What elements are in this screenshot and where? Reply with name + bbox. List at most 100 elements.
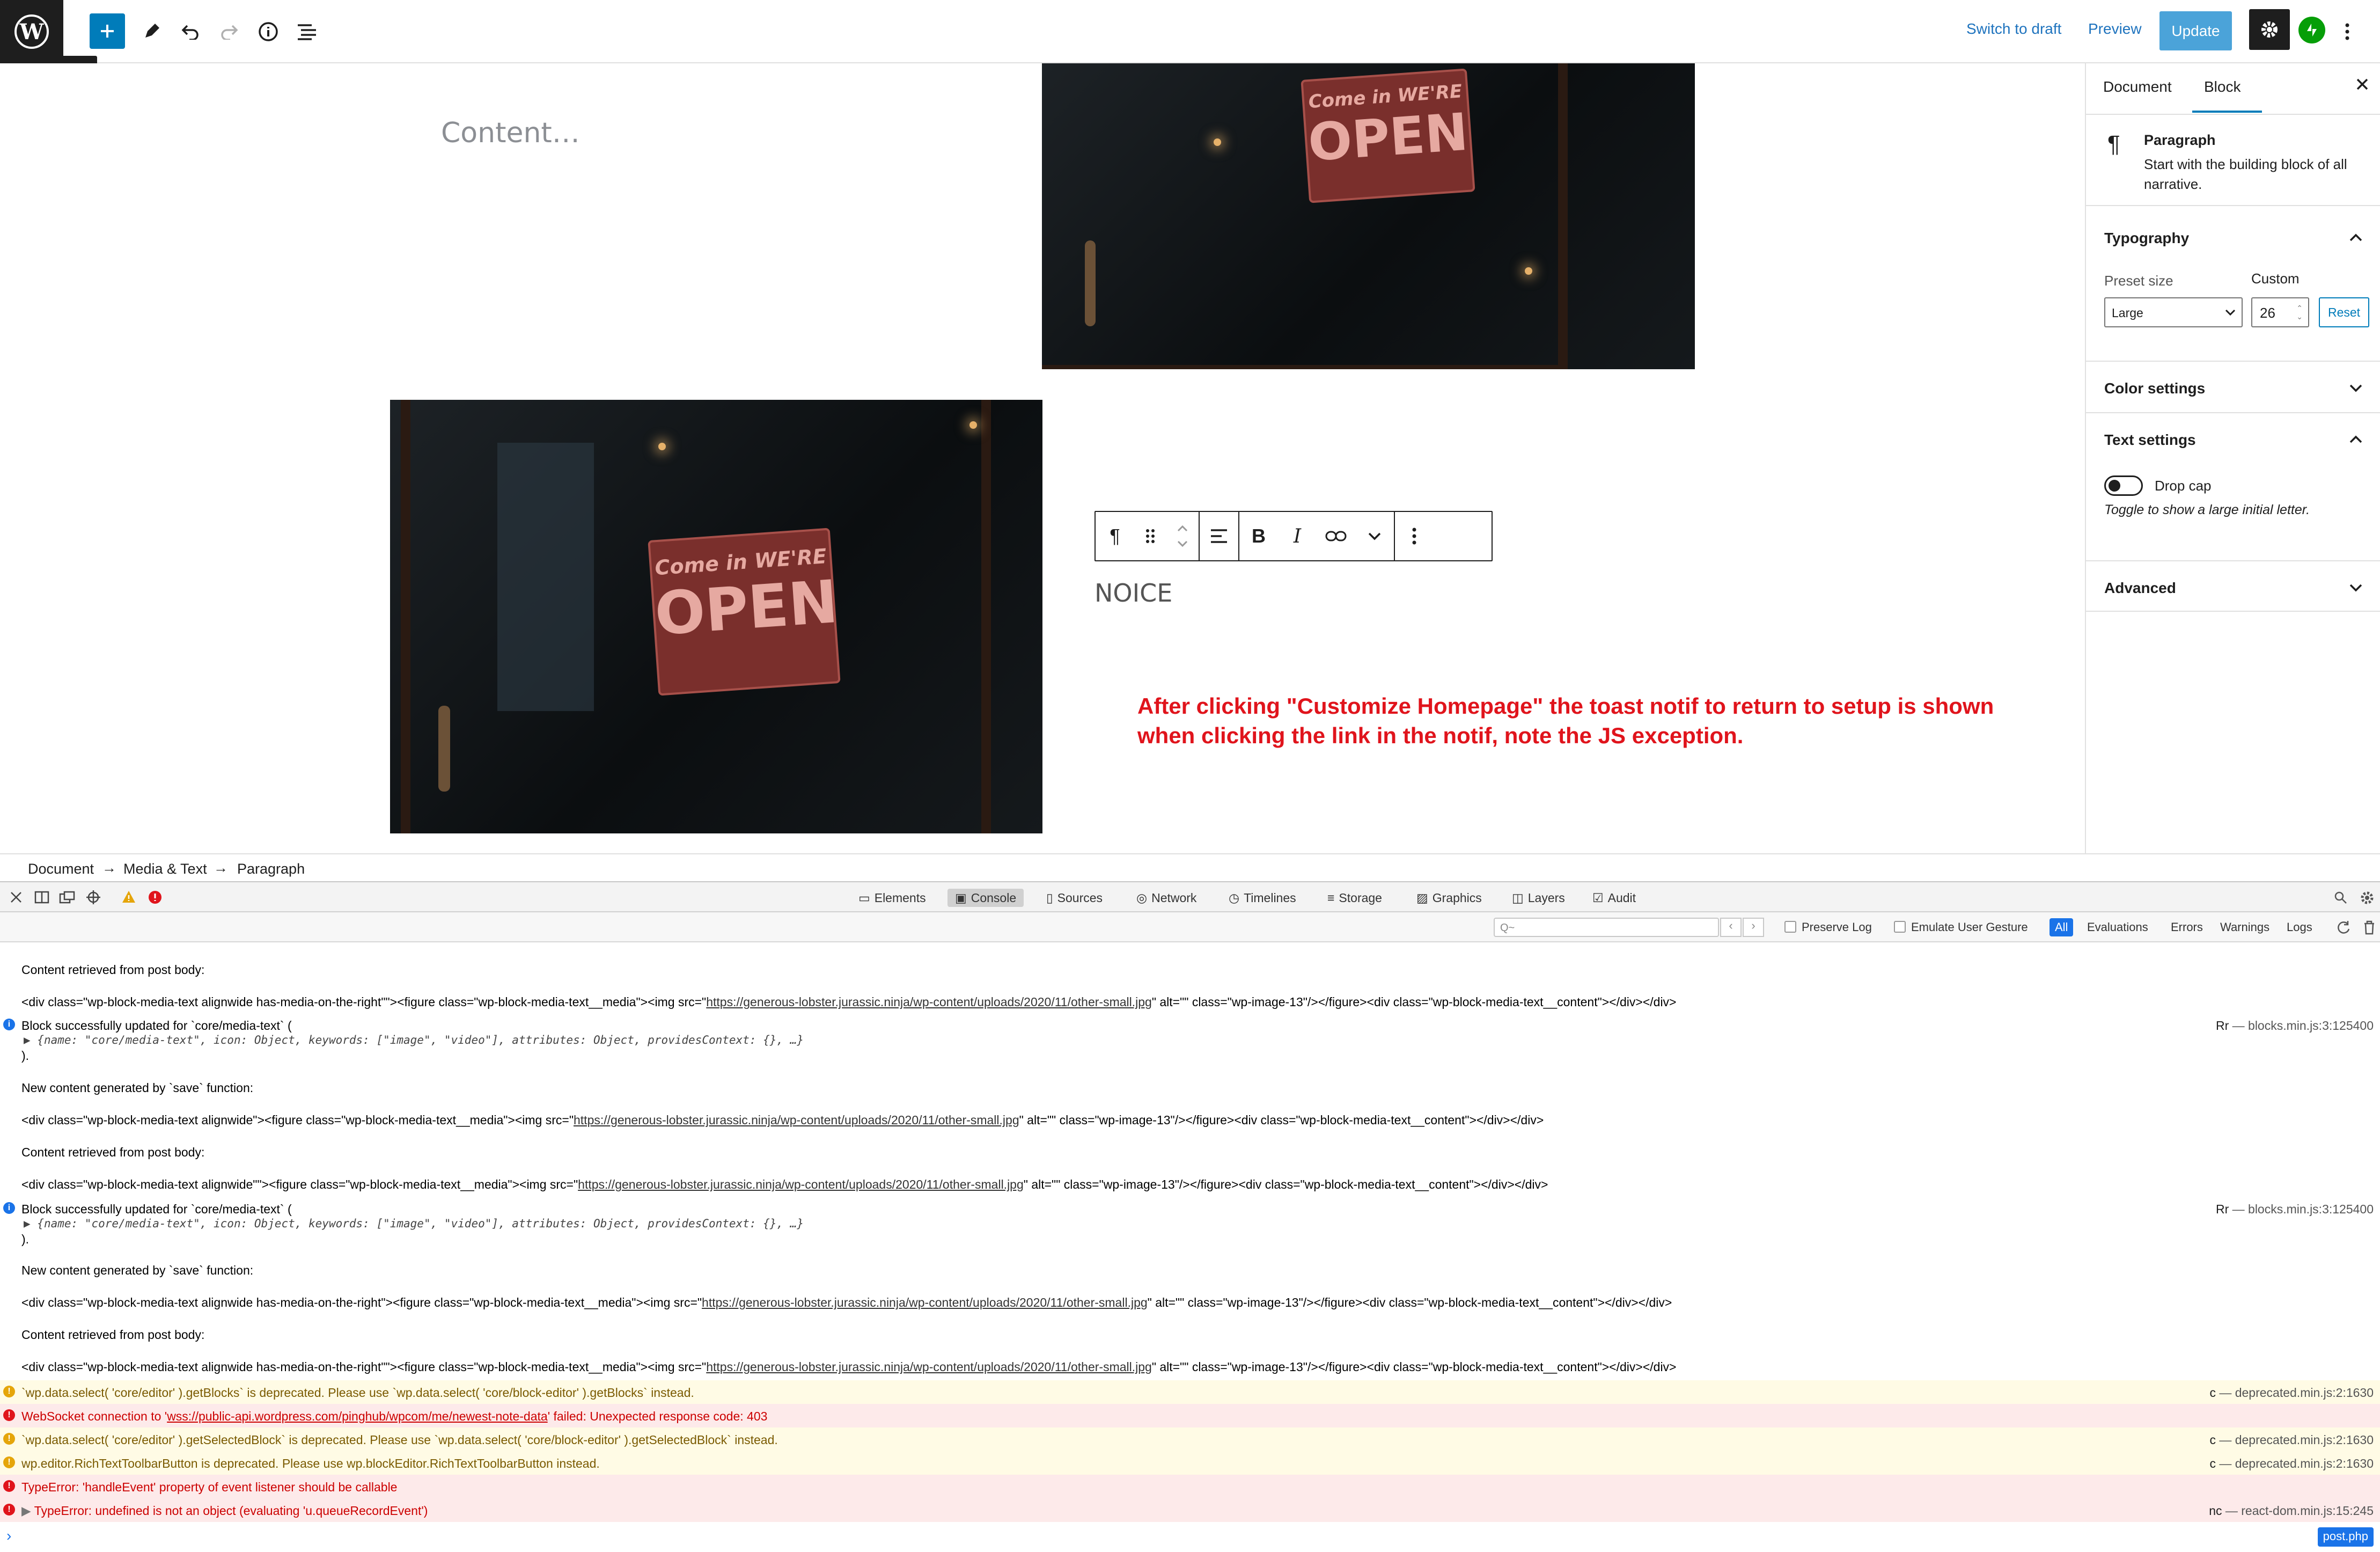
warning-icon: ! xyxy=(3,1456,15,1468)
warning-icon[interactable] xyxy=(121,890,136,904)
undo-icon[interactable] xyxy=(173,14,208,49)
console-source-link[interactable]: Rr — blocks.min.js:3:125400 xyxy=(2216,1019,2374,1033)
filter-errors[interactable]: Errors xyxy=(2171,920,2203,934)
tab-audit[interactable]: ☑ Audit xyxy=(1592,889,1636,907)
custom-size-input[interactable]: 26 ⌃ ⌄ xyxy=(2251,297,2309,327)
filter-all[interactable]: All xyxy=(2050,918,2074,936)
align-left-icon[interactable] xyxy=(1200,512,1238,560)
close-icon[interactable] xyxy=(10,891,23,904)
undock-icon[interactable] xyxy=(59,891,75,904)
color-settings-title[interactable]: Color settings xyxy=(2104,380,2205,397)
search-icon[interactable] xyxy=(2334,891,2348,905)
arrow-right-icon: → xyxy=(102,860,116,876)
block-options-icon[interactable] xyxy=(1395,512,1434,560)
paragraph-block[interactable]: NOICE xyxy=(1094,579,1172,607)
redo-icon[interactable] xyxy=(212,14,246,49)
inspect-crosshair-icon[interactable] xyxy=(86,890,101,905)
editor-top-bar: W View Pages Switch to draft Preview Upd… xyxy=(0,0,2380,82)
tab-layers[interactable]: ◫ Layers xyxy=(1512,889,1565,907)
paragraph-icon[interactable]: ¶ xyxy=(1096,512,1134,560)
console-source-link[interactable]: c — deprecated.min.js:2:1630 xyxy=(2209,1386,2374,1400)
disclosure-triangle-icon: ▶ xyxy=(24,1034,38,1046)
console-source-link[interactable]: Rr — blocks.min.js:3:125400 xyxy=(2216,1202,2374,1217)
preview-button[interactable]: Preview xyxy=(2088,20,2142,38)
close-icon[interactable] xyxy=(2354,76,2370,95)
tab-elements[interactable]: ▭ Elements xyxy=(858,889,926,907)
console-input[interactable] xyxy=(21,1525,2060,1546)
jetpack-icon[interactable] xyxy=(2298,17,2325,43)
settings-sidebar: Document Block ¶ Paragraph Start with th… xyxy=(2085,63,2380,853)
console-link[interactable]: https://generous-lobster.jurassic.ninja/… xyxy=(702,1295,1148,1309)
info-icon[interactable] xyxy=(251,14,285,49)
console-filter-input[interactable]: Q~ xyxy=(1494,918,1719,937)
typography-title[interactable]: Typography xyxy=(2104,230,2189,247)
settings-gear-icon[interactable] xyxy=(2249,9,2290,50)
chevron-down-icon[interactable] xyxy=(2348,380,2364,396)
italic-icon[interactable]: I xyxy=(1278,512,1317,560)
dock-icon[interactable] xyxy=(34,891,49,904)
tab-graphics[interactable]: ▨ Graphics xyxy=(1416,889,1482,907)
chevron-up-icon[interactable] xyxy=(2348,230,2364,246)
list-view-icon[interactable] xyxy=(290,14,324,49)
link-icon[interactable] xyxy=(1317,512,1355,560)
update-button[interactable]: Update xyxy=(2159,11,2232,50)
stepper-icon[interactable]: ⌃ ⌄ xyxy=(2296,304,2303,321)
tab-block[interactable]: Block xyxy=(2204,78,2241,96)
bold-icon[interactable]: B xyxy=(1239,512,1278,560)
error-icon[interactable] xyxy=(148,890,162,904)
filter-warnings[interactable]: Warnings xyxy=(2220,920,2269,934)
switch-to-draft-button[interactable]: Switch to draft xyxy=(1966,20,2061,38)
reload-icon[interactable] xyxy=(2336,920,2351,935)
more-options-icon[interactable] xyxy=(2334,14,2361,49)
tab-timelines[interactable]: ◷ Timelines xyxy=(1229,889,1296,907)
text-settings-title[interactable]: Text settings xyxy=(2104,431,2196,449)
preset-size-select[interactable]: Large xyxy=(2104,297,2243,327)
console-object[interactable]: ▶ {name: "core/media-text", icon: Object… xyxy=(24,1034,804,1046)
gear-icon[interactable] xyxy=(2360,890,2375,905)
console-link[interactable]: wss://public-api.wordpress.com/pinghub/w… xyxy=(167,1409,548,1423)
chevron-right-icon[interactable]: › xyxy=(1743,918,1764,937)
console-link[interactable]: https://generous-lobster.jurassic.ninja/… xyxy=(574,1113,1019,1127)
filter-evaluations[interactable]: Evaluations xyxy=(2087,920,2148,934)
tab-sources[interactable]: ▯ Sources xyxy=(1046,889,1103,907)
breadcrumb-item[interactable]: Paragraph xyxy=(237,861,305,877)
chevron-down-icon[interactable] xyxy=(1355,512,1394,560)
error-icon: ! xyxy=(3,1480,15,1492)
trash-icon[interactable] xyxy=(2363,920,2376,935)
filter-logs[interactable]: Logs xyxy=(2287,920,2312,934)
chevron-down-icon[interactable] xyxy=(2348,580,2364,596)
console-link[interactable]: https://generous-lobster.jurassic.ninja/… xyxy=(706,1360,1152,1374)
preserve-log-checkbox[interactable] xyxy=(1784,921,1796,933)
pencil-icon[interactable] xyxy=(134,14,168,49)
execution-context-badge[interactable]: post.php xyxy=(2317,1527,2374,1547)
breadcrumb-item[interactable]: Media & Text xyxy=(123,861,207,877)
emulate-gesture-checkbox[interactable] xyxy=(1894,921,1906,933)
tab-document[interactable]: Document xyxy=(2103,78,2172,96)
chevron-left-icon[interactable]: ‹ xyxy=(1720,918,1742,937)
media-image-top[interactable]: Come in WE'RE OPEN xyxy=(1042,63,1695,369)
console-link[interactable]: https://generous-lobster.jurassic.ninja/… xyxy=(706,995,1152,1009)
drop-cap-toggle[interactable] xyxy=(2104,475,2143,496)
network-icon: ◎ xyxy=(1136,890,1148,905)
tab-network[interactable]: ◎ Network xyxy=(1136,889,1196,907)
console-source-link[interactable]: c — deprecated.min.js:2:1630 xyxy=(2209,1456,2374,1471)
emulate-gesture-label: Emulate User Gesture xyxy=(1911,920,2028,934)
add-block-button[interactable] xyxy=(90,13,125,49)
console-source-link[interactable]: c — deprecated.min.js:2:1630 xyxy=(2209,1433,2374,1447)
console-message[interactable]: ▶ TypeError: undefined is not an object … xyxy=(21,1504,428,1518)
breadcrumb-item[interactable]: Document xyxy=(28,861,94,877)
media-image-main[interactable]: Come in WE'RE OPEN xyxy=(390,400,1042,833)
console-link[interactable]: https://generous-lobster.jurassic.ninja/… xyxy=(578,1177,1024,1191)
move-up-down-icon[interactable] xyxy=(1166,512,1199,560)
content-placeholder[interactable]: Content… xyxy=(441,117,580,149)
chevron-up-icon[interactable] xyxy=(2348,431,2364,448)
tab-console[interactable]: ▣ Console xyxy=(947,889,1024,907)
drag-handle-icon[interactable] xyxy=(1134,512,1166,560)
console-source-link[interactable]: nc — react-dom.min.js:15:245 xyxy=(2209,1504,2374,1518)
tab-storage[interactable]: ≡ Storage xyxy=(1327,889,1382,907)
wordpress-logo-icon[interactable]: W xyxy=(0,0,63,63)
reset-button[interactable]: Reset xyxy=(2319,297,2369,327)
console-object[interactable]: ▶ {name: "core/media-text", icon: Object… xyxy=(24,1217,804,1230)
console-prompt-icon[interactable]: › xyxy=(6,1527,11,1544)
advanced-title[interactable]: Advanced xyxy=(2104,580,2176,597)
